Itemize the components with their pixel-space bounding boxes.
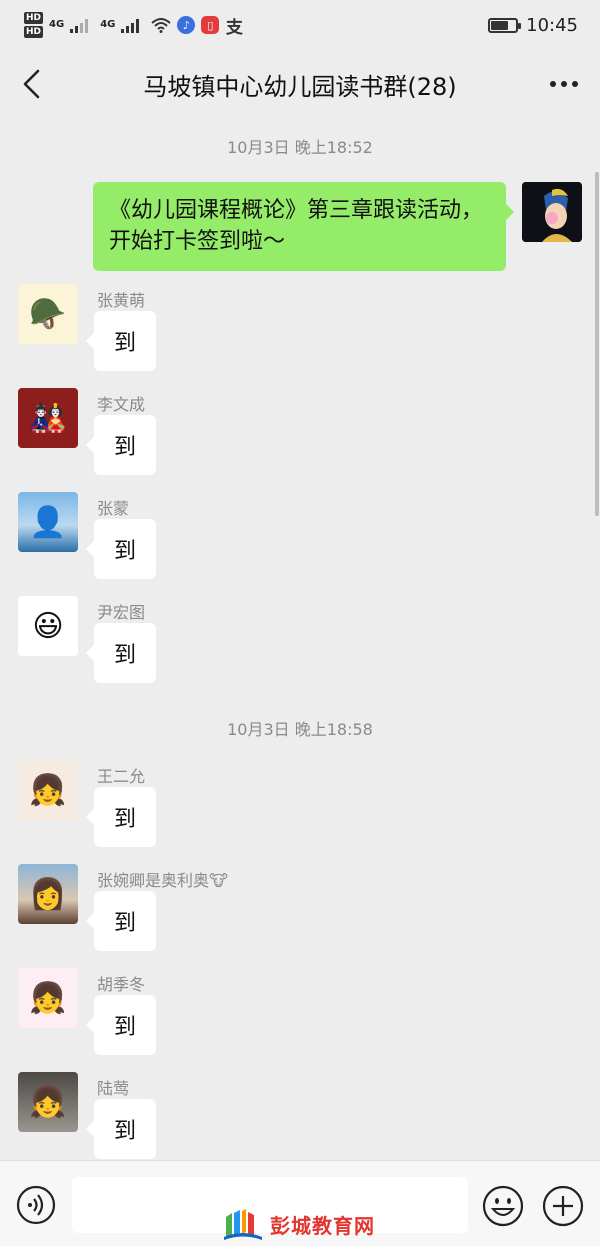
signal-icon (70, 17, 89, 33)
plus-icon[interactable] (542, 1185, 584, 1227)
received-message-bubble[interactable]: 到 (86, 623, 156, 683)
message-timestamp: 10月3日 晚上18:58 (227, 720, 373, 739)
sender-name: 胡季冬 (97, 975, 146, 994)
scroll-indicator[interactable] (595, 172, 599, 516)
battery-icon (488, 17, 522, 33)
hd-label-1: HD (24, 12, 44, 24)
sender-name: 张黄萌 (97, 291, 146, 310)
watermark: 彭城教育网 (222, 1206, 375, 1242)
sender-avatar[interactable]: 👤 (18, 492, 78, 552)
clock: 10:45 (526, 14, 578, 36)
received-message-bubble[interactable]: 到 (86, 891, 156, 951)
book-app-icon: ▯ (201, 16, 220, 34)
received-message-bubble[interactable]: 到 (86, 1099, 156, 1159)
received-message-bubble[interactable]: 到 (86, 995, 156, 1055)
music-app-icon: ♪ (177, 16, 196, 34)
received-message-bubble[interactable]: 到 (86, 415, 156, 475)
battery-fill (491, 20, 508, 30)
sender-avatar[interactable]: 🪖 (18, 284, 78, 344)
back-arrow-icon[interactable] (14, 66, 50, 102)
network-label-1: 4G (49, 19, 65, 30)
sender-name: 张蒙 (97, 499, 130, 518)
more-icon[interactable] (550, 81, 578, 87)
watermark-text: 彭城教育网 (270, 1213, 375, 1238)
message-timestamp: 10月3日 晚上18:52 (227, 138, 373, 157)
sender-avatar[interactable]: 😃 (18, 596, 78, 656)
sender-avatar[interactable]: 👧 (18, 760, 78, 820)
self-avatar[interactable] (522, 182, 582, 242)
received-message-bubble[interactable]: 到 (86, 311, 156, 371)
sender-name: 李文成 (97, 395, 146, 414)
signal-icon (121, 17, 140, 33)
nav-bar: 马坡镇中心幼儿园读书群(28) (0, 52, 600, 116)
book-logo-icon (224, 1209, 262, 1240)
wifi-icon (151, 18, 172, 33)
received-message-bubble[interactable]: 到 (86, 519, 156, 579)
emoji-icon[interactable] (482, 1185, 524, 1227)
sender-name: 张婉卿是奥利奥🐮 (97, 871, 228, 890)
sender-avatar[interactable]: 👩 (18, 864, 78, 924)
status-bar: HD HD 4G 4G ♪ ▯ 支 10:45 (0, 0, 600, 50)
sender-name: 陆莺 (97, 1079, 130, 1098)
status-left: HD HD 4G 4G ♪ ▯ 支 (24, 11, 243, 39)
sender-avatar[interactable]: 🎎 (18, 388, 78, 448)
hd-indicator: HD HD (24, 11, 44, 39)
sender-avatar[interactable]: 👧 (18, 968, 78, 1028)
sender-avatar[interactable]: 👧 (18, 1072, 78, 1132)
received-message-bubble[interactable]: 到 (86, 787, 156, 847)
self-avatar-image (522, 182, 582, 242)
sent-message-bubble[interactable]: 《幼儿园课程概论》第三章跟读活动，开始打卡签到啦～ (93, 182, 514, 271)
sender-name: 王二允 (97, 767, 146, 786)
status-right: 10:45 (488, 15, 578, 36)
hd-label-2: HD (24, 26, 44, 38)
chat-area[interactable]: 10月3日 晚上18:52 《幼儿园课程概论》第三章跟读活动，开始打卡签到啦～ … (0, 116, 600, 1160)
alipay-icon: 支 (225, 17, 243, 38)
sender-name: 尹宏图 (97, 603, 146, 622)
chat-title: 马坡镇中心幼儿园读书群(28) (143, 72, 457, 101)
voice-input-icon[interactable] (16, 1185, 56, 1225)
network-label-2: 4G (100, 19, 116, 30)
